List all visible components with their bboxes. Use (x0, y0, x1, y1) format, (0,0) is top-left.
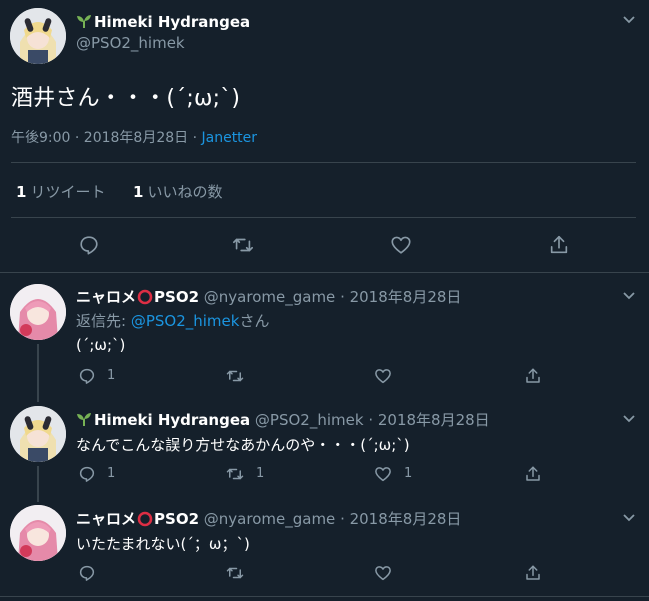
share-icon[interactable] (524, 465, 542, 483)
chevron-down-icon[interactable] (621, 11, 637, 27)
author-display-name[interactable]: ニャロメ PSO2 (76, 288, 199, 306)
thread-line (37, 466, 39, 502)
retweet-stat[interactable]: 1 リツイート (16, 183, 105, 201)
retweet-count: 1 (256, 466, 265, 481)
author-handle[interactable]: @PSO2_himek (76, 34, 185, 52)
author-name-row[interactable]: Himeki Hydrangea (76, 411, 250, 429)
author-display-name[interactable]: ニャロメ PSO2 (76, 510, 199, 528)
reply-icon[interactable] (78, 367, 96, 385)
tweet-date[interactable]: · 2018年8月28日 (340, 510, 461, 528)
retweet-icon[interactable] (226, 564, 244, 582)
tweet-client[interactable]: Janetter (202, 130, 258, 146)
divider (11, 162, 636, 163)
avatar[interactable] (10, 406, 66, 462)
reply-icon[interactable] (78, 564, 96, 582)
reply-to-line: 返信先: @PSO2_himekさん (76, 312, 270, 330)
tweet-text: なんでこんな誤り方せなあかんのや・・・(´;ω;`) (76, 436, 410, 454)
chevron-down-icon[interactable] (621, 287, 637, 303)
tweet-text: (´;ω;`) (76, 336, 126, 354)
tweet-meta: 午後9:00 · 2018年8月28日 · Janetter (11, 127, 257, 147)
section-divider (0, 272, 649, 273)
reply-count: 1 (107, 368, 116, 383)
retweet-icon[interactable] (226, 465, 244, 483)
reply-to-handle[interactable]: @PSO2_himek (131, 312, 240, 330)
author-handle[interactable]: @nyarome_game (204, 510, 335, 528)
red-circle-icon (137, 289, 153, 305)
heart-icon[interactable] (374, 465, 392, 483)
reply-icon[interactable] (78, 465, 96, 483)
red-circle-icon (137, 511, 153, 527)
tweet-time[interactable]: 午後9:00 · 2018年8月28日 · (11, 130, 202, 146)
sprout-icon (76, 13, 92, 29)
avatar[interactable] (10, 8, 66, 64)
reply-count: 1 (107, 466, 116, 481)
chevron-down-icon[interactable] (621, 410, 637, 426)
share-icon[interactable] (548, 234, 570, 256)
sprout-icon (76, 411, 92, 427)
tweet-stats: 1 リツイート 1 いいねの数 (16, 181, 222, 202)
avatar[interactable] (10, 284, 66, 340)
retweet-icon[interactable] (226, 367, 244, 385)
heart-icon[interactable] (390, 234, 412, 256)
retweet-icon[interactable] (232, 234, 254, 256)
reply-icon[interactable] (78, 234, 100, 256)
tweet-date[interactable]: · 2018年8月28日 (340, 288, 461, 306)
reply-header: ニャロメ PSO2 @nyarome_game · 2018年8月28日 (76, 508, 461, 529)
heart-icon[interactable] (374, 564, 392, 582)
section-divider (0, 596, 649, 597)
tweet-text: いたたまれない(´；ω；`) (76, 535, 250, 553)
reply-header: ニャロメ PSO2 @nyarome_game · 2018年8月28日 (76, 286, 461, 307)
author-handle[interactable]: @PSO2_himek (255, 411, 364, 429)
divider (11, 217, 636, 218)
chevron-down-icon[interactable] (621, 509, 637, 525)
author-name-row[interactable]: Himeki Hydrangea (76, 12, 250, 31)
thread-line (37, 344, 39, 402)
tweet-date[interactable]: · 2018年8月28日 (368, 411, 489, 429)
author-handle[interactable]: @nyarome_game (204, 288, 335, 306)
heart-icon[interactable] (374, 367, 392, 385)
like-stat[interactable]: 1 いいねの数 (133, 183, 222, 201)
like-count: 1 (404, 466, 413, 481)
author-display-name: Himeki Hydrangea (94, 13, 251, 31)
reply-header: Himeki Hydrangea @PSO2_himek · 2018年8月28… (76, 409, 490, 430)
share-icon[interactable] (524, 367, 542, 385)
tweet-text: 酒井さん・・・(´;ω;`) (11, 86, 241, 111)
author-display-name: Himeki Hydrangea (94, 411, 251, 429)
avatar[interactable] (10, 505, 66, 561)
share-icon[interactable] (524, 564, 542, 582)
